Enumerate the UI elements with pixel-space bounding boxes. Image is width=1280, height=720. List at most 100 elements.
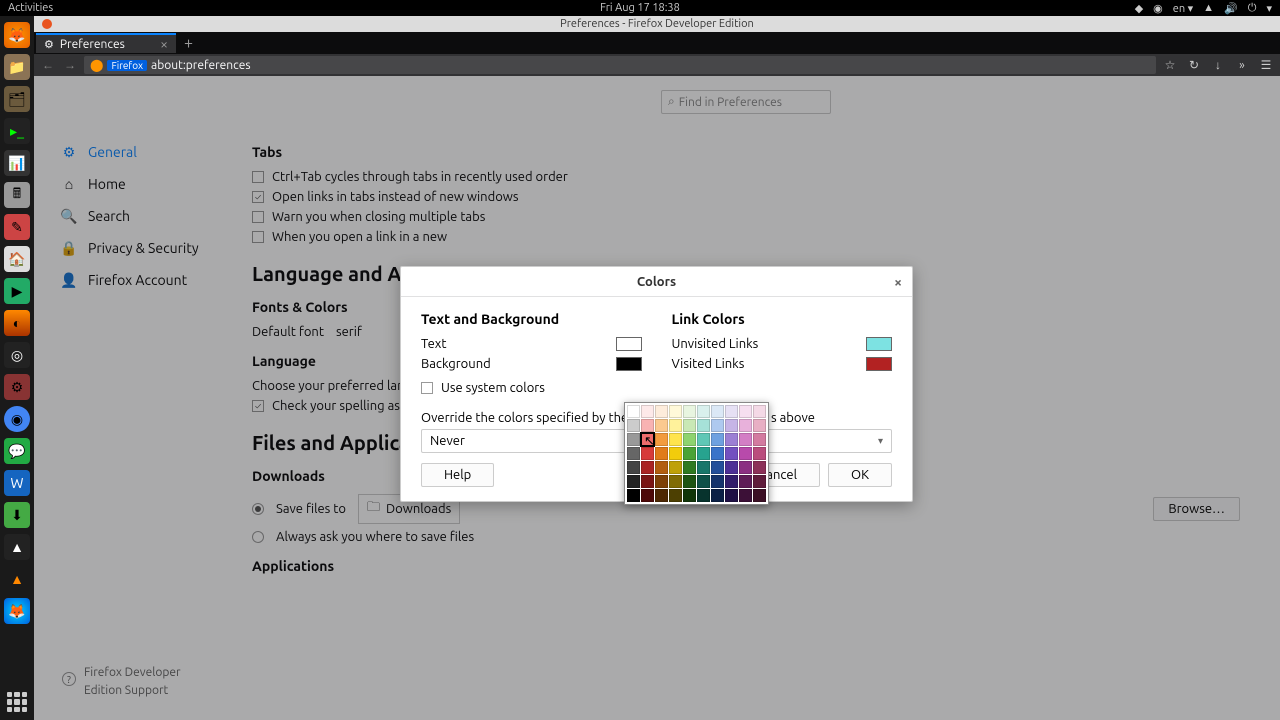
color-cell[interactable] [641,447,654,460]
dock-firefox-icon[interactable]: 🦊 [4,22,30,48]
system-menu-icon[interactable]: ▾ [1266,2,1272,15]
forward-button[interactable]: → [62,57,78,73]
color-cell[interactable] [739,433,752,446]
tray-icon[interactable]: ◉ [1153,2,1163,15]
color-cell[interactable] [711,461,724,474]
downloads-icon[interactable]: ↓ [1210,57,1226,73]
color-cell[interactable] [725,419,738,432]
color-cell[interactable] [739,461,752,474]
color-cell[interactable] [725,405,738,418]
color-cell[interactable] [753,475,766,488]
unvisited-color-swatch[interactable] [866,337,892,351]
text-color-swatch[interactable] [616,337,642,351]
color-cell[interactable] [697,447,710,460]
color-cell[interactable] [753,461,766,474]
volume-icon[interactable]: 🔊 [1224,2,1238,15]
bg-color-swatch[interactable] [616,357,642,371]
dock-monitor-icon[interactable]: 📊 [4,150,30,176]
new-tab-button[interactable]: + [176,34,201,52]
dock-app-icon[interactable]: 💬 [4,438,30,464]
color-cell[interactable] [725,475,738,488]
color-cell[interactable] [711,447,724,460]
color-cell[interactable] [641,405,654,418]
color-cell[interactable] [641,433,654,446]
color-cell[interactable] [725,489,738,502]
overflow-icon[interactable]: » [1234,57,1250,73]
color-cell[interactable] [711,489,724,502]
color-cell[interactable] [627,433,640,446]
dock-vlc-icon[interactable]: ▲ [4,566,30,592]
dock-home-icon[interactable]: 🏠 [4,246,30,272]
dock-editor-icon[interactable]: ✎ [4,214,30,240]
dock-gear-icon[interactable]: ⚙ [4,374,30,400]
color-cell[interactable] [725,433,738,446]
color-cell[interactable] [753,433,766,446]
color-cell[interactable] [725,461,738,474]
color-cell[interactable] [725,447,738,460]
refresh-icon[interactable]: ↻ [1186,57,1202,73]
color-cell[interactable] [669,461,682,474]
color-cell[interactable] [683,461,696,474]
checkbox-system-colors[interactable] [421,382,433,394]
dock-app-icon[interactable]: ◐ [4,310,30,336]
color-cell[interactable] [711,433,724,446]
power-icon[interactable]: ⏻ [1248,2,1257,15]
color-cell[interactable] [753,405,766,418]
color-cell[interactable] [711,405,724,418]
dock-app-icon[interactable]: ▶ [4,278,30,304]
color-cell[interactable] [627,447,640,460]
color-cell[interactable] [669,419,682,432]
color-cell[interactable] [683,419,696,432]
color-cell[interactable] [641,419,654,432]
dock-app-icon[interactable]: ⬇ [4,502,30,528]
color-cell[interactable] [753,447,766,460]
bookmark-star-icon[interactable]: ☆ [1162,57,1178,73]
color-cell[interactable] [669,433,682,446]
help-button[interactable]: Help [421,463,494,487]
color-cell[interactable] [641,489,654,502]
color-cell[interactable] [711,419,724,432]
activities-label[interactable]: Activities [8,2,53,14]
color-cell[interactable] [753,489,766,502]
color-cell[interactable] [697,405,710,418]
tray-icon[interactable]: ◆ [1135,2,1143,15]
color-cell[interactable] [711,475,724,488]
dock-app-icon[interactable]: ▲ [4,534,30,560]
color-cell[interactable] [739,405,752,418]
color-cell[interactable] [683,447,696,460]
color-cell[interactable] [655,433,668,446]
color-cell[interactable] [697,419,710,432]
dock-files-icon[interactable]: 📁 [4,54,30,80]
ok-button[interactable]: OK [828,463,892,487]
color-cell[interactable] [627,405,640,418]
color-cell[interactable] [655,489,668,502]
color-cell[interactable] [739,447,752,460]
color-cell[interactable] [627,489,640,502]
color-cell[interactable] [697,433,710,446]
back-button[interactable]: ← [40,57,56,73]
dock-calc-icon[interactable]: 🖩 [4,182,30,208]
dock-terminal-icon[interactable]: ▸_ [4,118,30,144]
color-cell[interactable] [683,475,696,488]
color-cell[interactable] [655,405,668,418]
color-cell[interactable] [739,475,752,488]
color-cell[interactable] [683,405,696,418]
color-cell[interactable] [739,489,752,502]
color-cell[interactable] [669,475,682,488]
color-cell[interactable] [627,475,640,488]
network-icon[interactable]: ▲ [1203,2,1214,14]
tab-close-icon[interactable]: × [160,36,168,52]
color-cell[interactable] [697,461,710,474]
color-cell[interactable] [697,489,710,502]
color-cell[interactable] [739,419,752,432]
window-close-button[interactable] [42,19,52,29]
dock-apps-grid-icon[interactable] [7,692,27,712]
color-cell[interactable] [655,447,668,460]
dock-obs-icon[interactable]: ◎ [4,342,30,368]
color-cell[interactable] [683,489,696,502]
tab-preferences[interactable]: ⚙ Preferences × [36,33,176,53]
color-cell[interactable] [655,419,668,432]
color-cell[interactable] [683,433,696,446]
dock-files2-icon[interactable]: 🗂 [4,86,30,112]
lang-indicator[interactable]: en ▾ [1173,2,1193,15]
